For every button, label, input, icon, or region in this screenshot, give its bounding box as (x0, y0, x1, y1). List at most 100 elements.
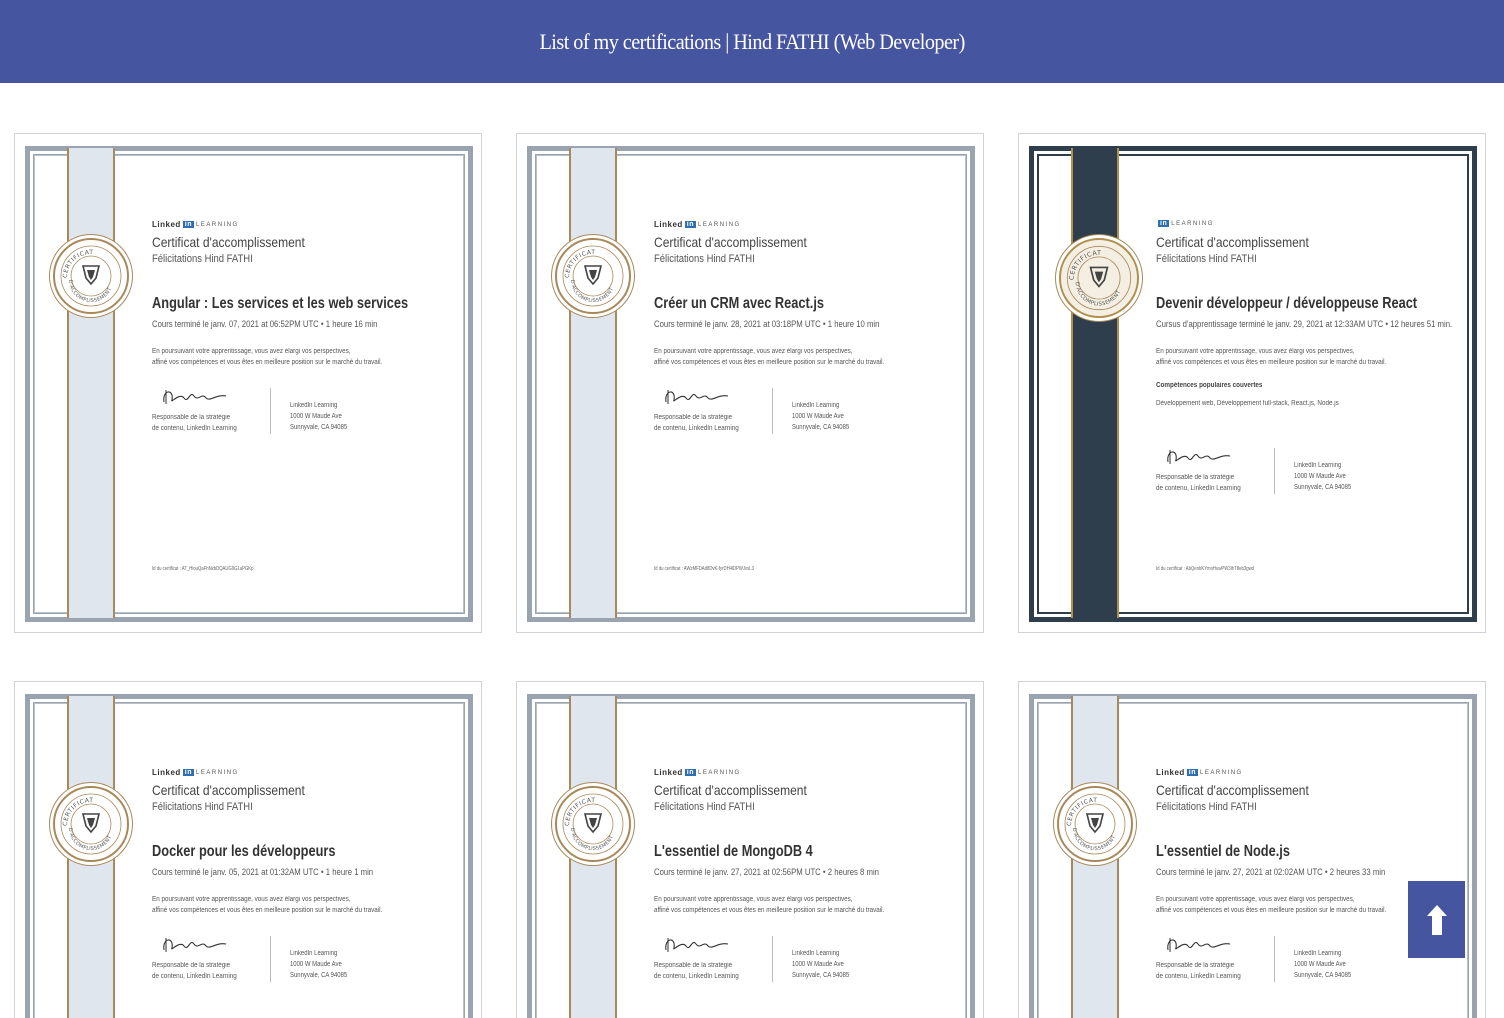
description-line: En poursuivant votre apprentissage, vous… (152, 896, 351, 903)
congratulations-text: Félicitations Hind FATHI (654, 253, 755, 265)
divider (1274, 448, 1275, 494)
certificate-card[interactable]: CERTIFICAT D'ACCOMPLISSEMENT Linked in L… (15, 134, 481, 632)
issuer-address: LinkedIn Learning 1000 W Maude Ave Sunny… (290, 948, 347, 981)
arrow-up-icon (1426, 904, 1447, 935)
signature-image (1167, 450, 1231, 464)
signer-title: Responsable de la stratégie de contenu, … (152, 412, 237, 434)
congratulations-text: Félicitations Hind FATHI (152, 253, 253, 265)
address-line: Sunnyvale, CA 94085 (792, 972, 850, 979)
issuer-address: LinkedIn Learning 1000 W Maude Ave Sunny… (792, 948, 849, 981)
linkedin-learning-logo: in LEARNING (1156, 220, 1214, 227)
signature-block: Responsable de la stratégie de contenu, … (152, 934, 452, 984)
completion-info: Cours terminé le janv. 27, 2021 at 02:56… (654, 867, 879, 877)
certificate-label: Certificat d'accomplissement (152, 782, 305, 798)
brand-text: Linked (1156, 768, 1185, 777)
signer-title: Responsable de la stratégie de contenu, … (654, 412, 739, 434)
description-line: affiné vos compétences et vous êtes en m… (1156, 907, 1387, 914)
signature-block: Responsable de la stratégie de contenu, … (654, 386, 954, 436)
signer-line: Responsable de la stratégie (1156, 962, 1235, 969)
linkedin-in-icon: in (182, 769, 195, 776)
certificate-card[interactable]: CERTIFICAT D'ACCOMPLISSEMENT in LEARNING… (1019, 134, 1485, 632)
skills-heading: Compétences populaires couvertes (1156, 382, 1263, 389)
certificate-card[interactable]: CERTIFICAT D'ACCOMPLISSEMENT Linked in L… (517, 682, 983, 1018)
course-title: Créer un CRM avec React.js (654, 295, 825, 312)
congratulations-text: Félicitations Hind FATHI (152, 801, 253, 813)
linkedin-learning-logo: Linked in LEARNING (654, 768, 741, 777)
description-line: affiné vos compétences et vous êtes en m… (654, 907, 885, 914)
divider (1274, 936, 1275, 982)
linkedin-in-icon: in (684, 221, 697, 228)
signer-line: Responsable de la stratégie (654, 414, 733, 421)
address-line: 1000 W Maude Ave (1294, 473, 1346, 480)
linkedin-learning-logo: Linked in LEARNING (152, 220, 239, 229)
address-line: LinkedIn Learning (792, 950, 840, 957)
certificate-seal-icon: CERTIFICAT D'ACCOMPLISSEMENT (555, 238, 631, 314)
signer-line: Responsable de la stratégie (1156, 474, 1235, 481)
certificate-label: Certificat d'accomplissement (1156, 234, 1309, 250)
divider (270, 936, 271, 982)
signature-block: Responsable de la stratégie de contenu, … (1156, 446, 1456, 496)
signer-title: Responsable de la stratégie de contenu, … (1156, 472, 1241, 494)
description-line: En poursuivant votre apprentissage, vous… (1156, 896, 1355, 903)
certificate-description: En poursuivant votre apprentissage, vous… (1156, 346, 1386, 368)
signer-line: de contenu, LinkedIn Learning (654, 425, 739, 432)
brand-text: Linked (152, 768, 181, 777)
skills-list: Développement web, Développement full-st… (1156, 400, 1339, 407)
certificate-card[interactable]: CERTIFICAT D'ACCOMPLISSEMENT Linked in L… (15, 682, 481, 1018)
congratulations-text: Félicitations Hind FATHI (1156, 253, 1257, 265)
course-title: L'essentiel de MongoDB 4 (654, 843, 813, 860)
address-line: 1000 W Maude Ave (792, 961, 844, 968)
certificate-seal-icon: CERTIFICAT D'ACCOMPLISSEMENT (555, 786, 631, 862)
signature-block: Responsable de la stratégie de contenu, … (152, 386, 452, 436)
course-title: Docker pour les développeurs (152, 843, 336, 860)
certificate-description: En poursuivant votre apprentissage, vous… (152, 346, 382, 368)
completion-info: Cours terminé le janv. 27, 2021 at 02:02… (1156, 867, 1386, 877)
certificate-ribbon (1071, 148, 1119, 618)
divider (772, 936, 773, 982)
address-line: 1000 W Maude Ave (792, 413, 844, 420)
certificate-card[interactable]: CERTIFICAT D'ACCOMPLISSEMENT Linked in L… (517, 134, 983, 632)
description-line: En poursuivant votre apprentissage, vous… (654, 896, 853, 903)
certificate-label: Certificat d'accomplissement (152, 234, 305, 250)
issuer-address: LinkedIn Learning 1000 W Maude Ave Sunny… (1294, 460, 1351, 493)
congratulations-text: Félicitations Hind FATHI (1156, 801, 1257, 813)
address-line: Sunnyvale, CA 94085 (792, 424, 850, 431)
certificate-description: En poursuivant votre apprentissage, vous… (152, 894, 382, 916)
certificate-seal-icon: CERTIFICAT D'ACCOMPLISSEMENT (1059, 238, 1139, 318)
divider (270, 388, 271, 434)
signer-line: Responsable de la stratégie (654, 962, 733, 969)
address-line: LinkedIn Learning (290, 950, 338, 957)
address-line: Sunnyvale, CA 94085 (290, 972, 348, 979)
linkedin-learning-logo: Linked in LEARNING (152, 768, 239, 777)
certificate-description: En poursuivant votre apprentissage, vous… (1156, 894, 1386, 916)
description-line: En poursuivant votre apprentissage, vous… (654, 348, 853, 355)
address-line: LinkedIn Learning (1294, 950, 1342, 957)
completion-info: Cours terminé le janv. 05, 2021 at 01:32… (152, 867, 374, 877)
signer-line: de contenu, LinkedIn Learning (152, 425, 237, 432)
signature-image (665, 390, 729, 404)
course-title: Angular : Les services et les web servic… (152, 295, 409, 312)
page-title: List of my certifications | Hind FATHI (… (539, 28, 965, 54)
back-to-top-button[interactable] (1408, 881, 1465, 958)
issuer-address: LinkedIn Learning 1000 W Maude Ave Sunny… (792, 400, 849, 433)
description-line: affiné vos compétences et vous êtes en m… (152, 359, 383, 366)
certificate-label: Certificat d'accomplissement (654, 234, 807, 250)
description-line: affiné vos compétences et vous êtes en m… (1156, 359, 1387, 366)
certificate-seal-icon: CERTIFICAT D'ACCOMPLISSEMENT (1057, 786, 1133, 862)
certificate-label: Certificat d'accomplissement (654, 782, 807, 798)
certificate-id: Id du certificat : AWzMFDAd8DvK-fyrDH4lD… (654, 566, 754, 572)
signer-line: de contenu, LinkedIn Learning (654, 973, 739, 980)
signature-block: Responsable de la stratégie de contenu, … (654, 934, 954, 984)
address-line: LinkedIn Learning (792, 402, 840, 409)
description-line: En poursuivant votre apprentissage, vous… (1156, 348, 1355, 355)
brand-suffix: LEARNING (1200, 769, 1243, 776)
certificate-card[interactable]: CERTIFICAT D'ACCOMPLISSEMENT Linked in L… (1019, 682, 1485, 1018)
issuer-address: LinkedIn Learning 1000 W Maude Ave Sunny… (290, 400, 347, 433)
signer-title: Responsable de la stratégie de contenu, … (654, 960, 739, 982)
signature-image (1167, 938, 1231, 952)
page-header: List of my certifications | Hind FATHI (… (0, 0, 1504, 83)
certificate-label: Certificat d'accomplissement (1156, 782, 1309, 798)
certificate-description: En poursuivant votre apprentissage, vous… (654, 894, 884, 916)
signer-line: de contenu, LinkedIn Learning (152, 973, 237, 980)
brand-suffix: LEARNING (698, 769, 741, 776)
